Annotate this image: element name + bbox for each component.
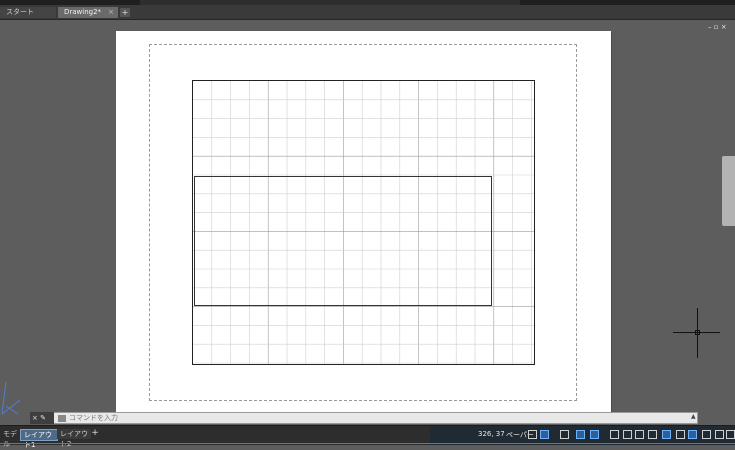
command-prompt-icon — [58, 414, 66, 422]
isolate-icon[interactable] — [676, 430, 685, 439]
command-line-tools[interactable]: × ✎ — [30, 412, 54, 424]
command-placeholder: コマンドを入力 — [69, 414, 118, 422]
layout-viewport[interactable] — [192, 80, 535, 365]
close-icon[interactable]: × — [108, 7, 114, 18]
annotation-visibility-icon[interactable] — [623, 430, 632, 439]
tab-layout1[interactable]: レイアウト1 — [20, 429, 58, 449]
plus-icon[interactable] — [662, 430, 671, 439]
ortho-icon[interactable] — [560, 430, 569, 439]
tab-drawing2-label: Drawing2* — [64, 8, 102, 16]
snap-icon[interactable] — [528, 430, 537, 439]
navigation-bar[interactable] — [722, 156, 735, 226]
osnap-icon[interactable] — [590, 430, 599, 439]
add-layout-button[interactable]: + — [90, 428, 100, 439]
tab-model[interactable]: モデル — [0, 429, 22, 448]
tab-drawing2[interactable]: Drawing2* × — [58, 7, 118, 18]
command-input[interactable]: コマンドを入力 — [56, 412, 690, 424]
tab-start[interactable]: スタート — [0, 7, 56, 18]
coordinate-readout: 326, 37 — [478, 430, 505, 438]
command-history-arrow-icon[interactable]: ▲ — [691, 413, 696, 420]
drawn-rectangle[interactable] — [194, 176, 492, 306]
command-line-tools-label: × ✎ — [32, 414, 46, 422]
ucs-icon — [1, 381, 21, 415]
clean-screen-icon[interactable] — [702, 430, 711, 439]
annotation-scale-icon[interactable] — [610, 430, 619, 439]
fullscreen-icon[interactable] — [715, 430, 724, 439]
tab-layout2[interactable]: レイアウト2 — [57, 429, 91, 448]
auto-scale-icon[interactable] — [635, 430, 644, 439]
status-bar: モデル レイアウト1 レイアウト2 + 326, 37 ペーパー — [0, 425, 735, 449]
grid-icon[interactable] — [540, 430, 549, 439]
document-tab-strip: スタート Drawing2* × + — [0, 5, 735, 20]
layout-paper — [116, 31, 611, 418]
hardware-acceleration-icon[interactable] — [688, 430, 697, 439]
customization-menu-icon[interactable] — [726, 430, 735, 439]
polar-icon[interactable] — [576, 430, 585, 439]
viewport-window-controls[interactable]: – ▫ × — [708, 23, 727, 31]
new-tab-button[interactable]: + — [120, 8, 130, 17]
workspace-gear-icon[interactable] — [648, 430, 657, 439]
tab-start-label: スタート — [6, 8, 34, 16]
crosshair-pickbox — [695, 330, 700, 335]
